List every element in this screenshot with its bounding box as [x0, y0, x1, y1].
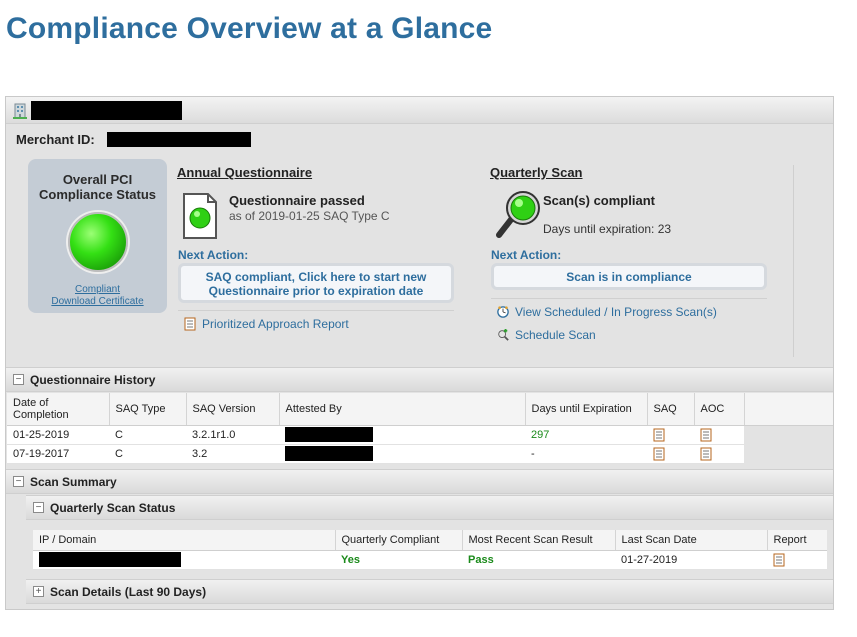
col-days-until-expiration[interactable]: Days until Expiration: [525, 393, 648, 426]
col-aoc[interactable]: AOC: [694, 393, 745, 426]
clock-icon: [497, 306, 509, 318]
scan-expiration: Days until expiration: 23: [543, 222, 672, 236]
row-saq-doc[interactable]: [647, 444, 694, 464]
status-green-indicator-icon: [67, 212, 128, 272]
col-last-scan-date[interactable]: Last Scan Date: [615, 530, 768, 551]
scan-status-table: IP / Domain Quarterly Compliant Most Rec…: [33, 530, 827, 570]
row-type: C: [109, 444, 186, 464]
start-new-questionnaire-button[interactable]: SAQ compliant, Click here to start new Q…: [178, 263, 454, 303]
scan-separator: [491, 298, 767, 299]
scan-next-action-label: Next Action:: [491, 248, 562, 262]
schedule-scan-link[interactable]: Schedule Scan: [497, 328, 596, 342]
building-icon: [13, 103, 27, 119]
col-saq[interactable]: SAQ: [647, 393, 695, 426]
row-result: Pass: [462, 550, 615, 570]
collapse-icon[interactable]: −: [13, 476, 24, 487]
scan-details-header[interactable]: + Scan Details (Last 90 Days): [26, 579, 833, 604]
aoc-document-icon[interactable]: [700, 428, 712, 442]
collapse-icon[interactable]: −: [33, 502, 44, 513]
col-date[interactable]: Date of Completion: [7, 393, 110, 426]
scan-magnifier-icon: [496, 191, 540, 238]
questionnaire-history-table: Date of Completion SAQ Type SAQ Version …: [7, 393, 833, 464]
table-row: 01-25-2019 C 3.2.1r1.0 297: [7, 425, 833, 445]
scan-compliance-button[interactable]: Scan is in compliance: [491, 263, 767, 290]
row-aoc-doc[interactable]: [694, 444, 744, 464]
merchant-name-redacted: [31, 101, 182, 120]
merchant-id-redacted: [107, 132, 251, 147]
saq-document-icon[interactable]: [653, 428, 665, 442]
row-aoc-doc[interactable]: [694, 425, 744, 445]
download-certificate-link[interactable]: Download Certificate: [28, 296, 167, 308]
row-report-doc[interactable]: [767, 550, 827, 570]
panel-header: [6, 97, 833, 124]
view-scheduled-scans-link[interactable]: View Scheduled / In Progress Scan(s): [497, 305, 717, 319]
row-days: 297: [525, 425, 647, 445]
row-version: 3.2.1r1.0: [186, 425, 279, 445]
compliance-panel: Merchant ID: Overall PCI Compliance Stat…: [5, 96, 834, 610]
annual-questionnaire-heading[interactable]: Annual Questionnaire: [177, 165, 312, 180]
col-quarterly-compliant[interactable]: Quarterly Compliant: [335, 530, 463, 551]
row-days: -: [525, 444, 647, 464]
questionnaire-document-icon: [183, 193, 217, 239]
row-attested-redacted: [279, 425, 525, 445]
questionnaire-history-header[interactable]: − Questionnaire History: [6, 367, 833, 392]
scan-details-title: Scan Details (Last 90 Days): [50, 584, 207, 599]
row-compliant: Yes: [335, 550, 462, 570]
prioritized-approach-report-label: Prioritized Approach Report: [202, 317, 349, 331]
table-row: 07-19-2017 C 3.2 -: [7, 444, 833, 464]
quarterly-scan-heading[interactable]: Quarterly Scan: [490, 165, 583, 180]
row-ip-redacted: [33, 550, 335, 570]
scan-summary-title: Scan Summary: [30, 474, 117, 489]
compliant-link[interactable]: Compliant: [28, 284, 167, 296]
scan-summary-header[interactable]: − Scan Summary: [6, 469, 833, 494]
col-saq-version[interactable]: SAQ Version: [186, 393, 280, 426]
quarterly-scan-status-title: Quarterly Scan Status: [50, 500, 176, 515]
schedule-scan-label: Schedule Scan: [515, 328, 596, 342]
questionnaire-result: Questionnaire passed: [229, 193, 365, 208]
collapse-icon[interactable]: −: [13, 374, 24, 385]
aoc-document-icon[interactable]: [700, 447, 712, 461]
row-date: 01-25-2019: [7, 425, 109, 445]
table-row: Yes Pass 01-27-2019: [33, 550, 827, 570]
schedule-add-icon: [498, 329, 509, 341]
questionnaire-date: as of 2019-01-25 SAQ Type C: [229, 209, 390, 223]
view-scheduled-scans-label: View Scheduled / In Progress Scan(s): [515, 305, 717, 319]
overall-status-box: Overall PCI Compliance Status Compliant …: [28, 159, 167, 313]
row-filler: [744, 425, 833, 444]
row-saq-doc[interactable]: [647, 425, 694, 445]
row-type: C: [109, 425, 186, 445]
scan-result: Scan(s) compliant: [543, 193, 655, 208]
col-ip-domain[interactable]: IP / Domain: [33, 530, 336, 551]
row-attested-redacted: [279, 444, 525, 464]
row-filler: [744, 444, 833, 463]
annual-next-action-label: Next Action:: [178, 248, 249, 262]
col-attested-by[interactable]: Attested By: [279, 393, 526, 426]
page-title: Compliance Overview at a Glance: [6, 12, 493, 45]
merchant-id-label: Merchant ID:: [16, 132, 95, 147]
saq-document-icon[interactable]: [653, 447, 665, 461]
col-scan-result[interactable]: Most Recent Scan Result: [462, 530, 616, 551]
prioritized-approach-report-link[interactable]: Prioritized Approach Report: [184, 317, 349, 331]
quarterly-scan-status-header[interactable]: − Quarterly Scan Status: [26, 495, 833, 520]
overall-status-title: Overall PCI Compliance Status: [38, 172, 157, 202]
col-report[interactable]: Report: [767, 530, 827, 551]
col-saq-type[interactable]: SAQ Type: [109, 393, 187, 426]
expand-icon[interactable]: +: [33, 586, 44, 597]
questionnaire-history-title: Questionnaire History: [30, 372, 156, 387]
row-version: 3.2: [186, 444, 279, 464]
row-date: 07-19-2017: [7, 444, 109, 464]
report-icon: [184, 317, 196, 331]
section-divider: [793, 165, 794, 357]
report-document-icon[interactable]: [773, 553, 785, 567]
col-filler: [744, 393, 833, 426]
annual-separator: [178, 310, 454, 311]
row-scan-date: 01-27-2019: [615, 550, 767, 570]
